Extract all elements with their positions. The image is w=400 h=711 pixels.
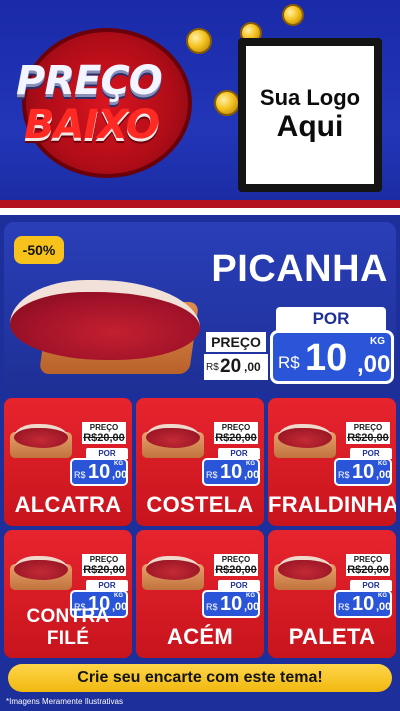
old-price: R$20,00 — [346, 564, 390, 576]
badge-word-bottom: BAIXO — [24, 102, 160, 148]
price-unit: KG — [114, 593, 123, 599]
meat-image — [278, 424, 332, 448]
preco-baixo-badge: PREÇO BAIXO — [12, 28, 202, 178]
coin-icon — [214, 90, 240, 116]
new-price: R$ 10 ,00 KG — [334, 590, 392, 618]
meat-image — [14, 424, 68, 448]
price-unit: KG — [246, 461, 255, 467]
featured-product[interactable]: -50% PICANHA PREÇO R$ 20 ,00 POR R$ 10 ,… — [4, 222, 396, 392]
new-price-label: POR — [276, 307, 386, 331]
price-unit: KG — [370, 336, 385, 347]
old-price-decimal: ,00 — [244, 360, 261, 374]
disclaimer-text: *Imagens Meramente Ilustrativas — [6, 697, 123, 706]
product-name: PALETA — [288, 624, 376, 649]
new-price: R$ 10 ,00 KG — [270, 330, 394, 384]
price-integer: 10 — [220, 593, 243, 615]
create-flyer-button[interactable]: Crie seu encarte com este tema! — [8, 664, 392, 692]
price-integer: 10 — [305, 337, 348, 379]
old-price: R$20,00 — [214, 564, 258, 576]
old-price: R$ 20 ,00 — [204, 354, 268, 380]
price-currency: R$ — [338, 602, 350, 612]
product-card-acem[interactable]: PREÇO R$20,00 POR R$ 10 ,00 KG ACÉM — [136, 530, 264, 658]
product-card-contra-file[interactable]: PREÇO R$20,00 POR R$ 10 ,00 KG CONTRA FI… — [4, 530, 132, 658]
picanha-image — [10, 280, 200, 360]
old-price: R$20,00 — [214, 432, 258, 444]
old-price: R$20,00 — [82, 432, 126, 444]
price-decimal: ,00 — [112, 469, 128, 481]
product-card-alcatra[interactable]: PREÇO R$20,00 POR R$ 10 ,00 KG ALCATRA — [4, 398, 132, 526]
product-name: COSTELA — [146, 492, 254, 517]
old-price: R$20,00 — [82, 564, 126, 576]
price-decimal: ,00 — [357, 351, 391, 378]
logo-line-1: Sua Logo — [259, 85, 361, 111]
price-integer: 10 — [88, 461, 111, 483]
new-price: R$ 10 ,00 KG — [70, 458, 128, 486]
price-decimal: ,00 — [244, 469, 260, 481]
meat-image — [146, 556, 200, 580]
price-integer: 10 — [352, 593, 375, 615]
old-price-label: PREÇO — [82, 554, 126, 564]
price-decimal: ,00 — [376, 601, 392, 613]
price-decimal: ,00 — [376, 469, 392, 481]
old-price-label: PREÇO — [206, 332, 266, 352]
product-name: CONTRA FILÉ — [26, 606, 110, 649]
old-price-currency: R$ — [206, 362, 219, 373]
old-price-label: PREÇO — [82, 422, 126, 432]
old-price-label: PREÇO — [214, 554, 258, 564]
price-currency: R$ — [206, 602, 218, 612]
header-banner: PREÇO BAIXO Sua Logo Aqui — [0, 0, 400, 215]
price-currency: R$ — [338, 470, 350, 480]
price-unit: KG — [378, 461, 387, 467]
new-price: R$ 10 ,00 KG — [334, 458, 392, 486]
price-integer: 10 — [220, 461, 243, 483]
meat-image — [278, 556, 332, 580]
discount-badge: -50% — [14, 236, 64, 264]
old-price-label: PREÇO — [346, 422, 390, 432]
meat-image — [146, 424, 200, 448]
price-currency: R$ — [74, 470, 86, 480]
meat-image — [14, 556, 68, 580]
old-price: R$20,00 — [346, 432, 390, 444]
coin-icon — [282, 4, 304, 26]
old-price-integer: 20 — [220, 356, 242, 377]
price-integer: 10 — [352, 461, 375, 483]
featured-product-name: PICANHA — [211, 248, 388, 290]
logo-placeholder[interactable]: Sua Logo Aqui — [238, 38, 382, 192]
price-unit: KG — [114, 461, 123, 467]
product-card-paleta[interactable]: PREÇO R$20,00 POR R$ 10 ,00 KG PALETA — [268, 530, 396, 658]
product-name: ALCATRA — [14, 492, 122, 517]
price-unit: KG — [246, 593, 255, 599]
product-card-costela[interactable]: PREÇO R$20,00 POR R$ 10 ,00 KG COSTELA — [136, 398, 264, 526]
logo-placeholder-inner: Sua Logo Aqui — [246, 46, 374, 184]
old-price-label: PREÇO — [214, 422, 258, 432]
logo-line-2: Aqui — [276, 110, 344, 144]
product-card-fraldinha[interactable]: PREÇO R$20,00 POR R$ 10 ,00 KG FRALDINHA — [268, 398, 396, 526]
new-price: R$ 10 ,00 KG — [202, 590, 260, 618]
product-name: FRALDINHA — [268, 492, 396, 517]
price-unit: KG — [378, 593, 387, 599]
badge-word-top: PREÇO — [16, 58, 163, 104]
price-currency: R$ — [278, 353, 300, 372]
old-price-label: PREÇO — [346, 554, 390, 564]
product-name: ACÉM — [167, 624, 233, 649]
header-stripe-white — [0, 208, 400, 215]
new-price: R$ 10 ,00 KG — [202, 458, 260, 486]
price-decimal: ,00 — [244, 601, 260, 613]
price-currency: R$ — [206, 470, 218, 480]
